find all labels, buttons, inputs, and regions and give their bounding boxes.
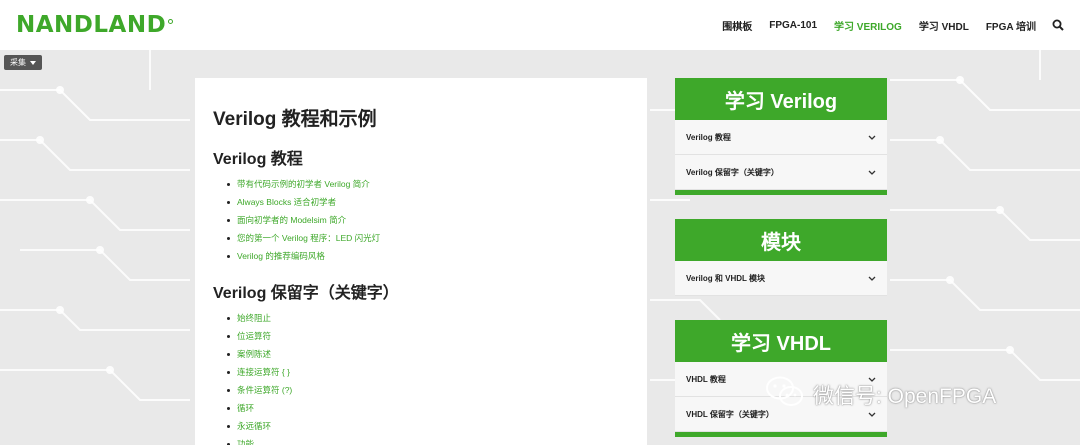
sidebar-item-verilog-tutorials[interactable]: Verilog 教程 [675, 120, 887, 155]
keyword-link[interactable]: 始终阻止 [237, 311, 271, 325]
panel-footer-bar [675, 190, 887, 195]
keyword-link-list: 始终阻止 位运算符 案例陈述 连接运算符 { } 条件运算符 (?) 循环 永远… [227, 311, 629, 445]
sidebar-item-verilog-keywords[interactable]: Verilog 保留字（关键字） [675, 155, 887, 190]
panel-footer-bar [675, 432, 887, 437]
section-title-tutorials: Verilog 教程 [213, 151, 303, 168]
sidebar-modules-panel: 模块 Verilog 和 VHDL 模块 [675, 219, 887, 296]
tutorial-link[interactable]: Always Blocks 适合初学者 [237, 195, 336, 209]
keyword-link[interactable]: 条件运算符 (?) [237, 383, 292, 397]
nav-item-fpga-training[interactable]: FPGA 培训 [986, 18, 1036, 33]
bullet-icon [227, 201, 230, 204]
sidebar-item-label: Verilog 教程 [686, 132, 731, 142]
caret-down-icon [30, 60, 36, 65]
sidebar-item-label: VHDL 教程 [686, 374, 726, 384]
list-item: 功能 [227, 437, 629, 445]
bullet-icon [227, 407, 230, 410]
list-item: 您的第一个 Verilog 程序：LED 闪光灯 [227, 231, 629, 249]
chevron-down-icon [868, 275, 876, 281]
sidebar-vhdl-title: 学习 VHDL [675, 320, 887, 362]
list-item: 始终阻止 [227, 311, 629, 329]
main-nav: 围棋板 FPGA-101 学习 VERILOG 学习 VHDL FPGA 培训 [705, 18, 1064, 33]
list-item: 循环 [227, 401, 629, 419]
bullet-icon [227, 371, 230, 374]
sidebar-verilog-title: 学习 Verilog [675, 78, 887, 120]
keyword-link[interactable]: 循环 [237, 401, 254, 415]
sidebar-item-label: Verilog 和 VHDL 模块 [686, 273, 765, 283]
logo-dot-icon [168, 18, 174, 24]
bullet-icon [227, 389, 230, 392]
chevron-down-icon [868, 134, 876, 140]
section-title-keywords: Verilog 保留字（关键字） [213, 285, 399, 302]
sidebar-verilog-panel: 学习 Verilog Verilog 教程 Verilog 保留字（关键字） [675, 78, 887, 195]
list-item: 案例陈述 [227, 347, 629, 365]
list-item: 面向初学者的 Modelsim 简介 [227, 213, 629, 231]
nav-item-learn-vhdl[interactable]: 学习 VHDL [919, 18, 969, 33]
tutorial-link[interactable]: 面向初学者的 Modelsim 简介 [237, 213, 346, 227]
collect-label: 采集 [10, 58, 26, 67]
wechat-icon [765, 375, 805, 415]
sidebar-item-label: VHDL 保留字（关键字） [686, 409, 774, 419]
tutorial-link-list: 带有代码示例的初学者 Verilog 简介 Always Blocks 适合初学… [227, 177, 629, 267]
page-title: Verilog 教程和示例 [213, 109, 377, 130]
list-item: 条件运算符 (?) [227, 383, 629, 401]
logo-text: NANDLAND [16, 12, 167, 38]
tutorial-link[interactable]: Verilog 的推荐编码风格 [237, 249, 325, 263]
collect-button[interactable]: 采集 [4, 55, 42, 70]
keyword-link[interactable]: 永远循环 [237, 419, 271, 433]
bullet-icon [227, 183, 230, 186]
list-item: 带有代码示例的初学者 Verilog 简介 [227, 177, 629, 195]
wechat-watermark: 微信号: OpenFPGA [765, 375, 996, 415]
nandland-logo[interactable]: NANDLAND [16, 12, 174, 38]
keyword-link[interactable]: 位运算符 [237, 329, 271, 343]
nav-item-learn-verilog[interactable]: 学习 VERILOG [834, 18, 902, 33]
chevron-down-icon [868, 169, 876, 175]
search-icon[interactable] [1052, 19, 1064, 31]
list-item: Always Blocks 适合初学者 [227, 195, 629, 213]
sidebar-item-label: Verilog 保留字（关键字） [686, 167, 779, 177]
list-item: 位运算符 [227, 329, 629, 347]
keyword-link[interactable]: 案例陈述 [237, 347, 271, 361]
list-item: 连接运算符 { } [227, 365, 629, 383]
keyword-link[interactable]: 连接运算符 { } [237, 365, 290, 379]
tutorial-link[interactable]: 带有代码示例的初学者 Verilog 简介 [237, 177, 370, 191]
keyword-link[interactable]: 功能 [237, 437, 254, 445]
list-item: 永远循环 [227, 419, 629, 437]
main-content-card: Verilog 教程和示例 Verilog 教程 带有代码示例的初学者 Veri… [195, 78, 647, 445]
bullet-icon [227, 237, 230, 240]
bullet-icon [227, 425, 230, 428]
bullet-icon [227, 219, 230, 222]
bullet-icon [227, 353, 230, 356]
sidebar-item-modules[interactable]: Verilog 和 VHDL 模块 [675, 261, 887, 296]
bullet-icon [227, 335, 230, 338]
bullet-icon [227, 317, 230, 320]
list-item: Verilog 的推荐编码风格 [227, 249, 629, 267]
site-header: NANDLAND 围棋板 FPGA-101 学习 VERILOG 学习 VHDL… [0, 0, 1080, 50]
watermark-text: 微信号: OpenFPGA [813, 385, 997, 408]
bullet-icon [227, 255, 230, 258]
nav-item-fpga-101[interactable]: FPGA-101 [769, 20, 817, 31]
nav-item-go-board[interactable]: 围棋板 [722, 18, 752, 33]
sidebar-modules-title: 模块 [675, 219, 887, 261]
tutorial-link[interactable]: 您的第一个 Verilog 程序：LED 闪光灯 [237, 231, 380, 245]
